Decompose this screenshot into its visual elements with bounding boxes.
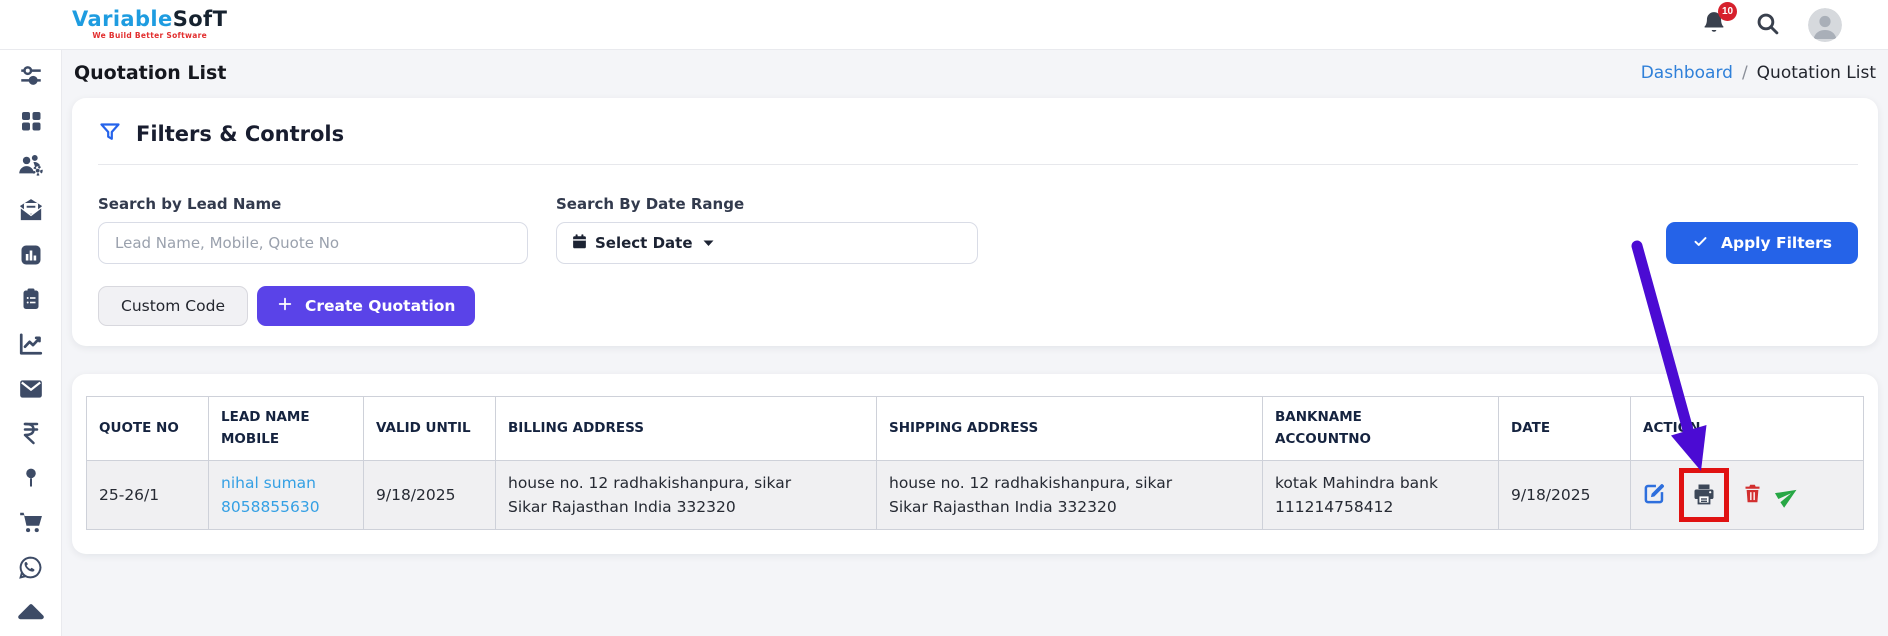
sidebar-item-filter-controls[interactable] xyxy=(0,56,62,101)
lead-search-input[interactable] xyxy=(98,222,528,264)
create-quotation-button[interactable]: Create Quotation xyxy=(257,286,475,326)
sidebar-item-messages[interactable] xyxy=(0,368,62,413)
user-avatar[interactable] xyxy=(1808,8,1842,42)
sidebar xyxy=(0,50,62,636)
col-header-quote-no: QUOTE NO xyxy=(87,397,209,461)
whatsapp-icon xyxy=(18,555,43,584)
line-chart-icon xyxy=(18,331,44,361)
sidebar-item-location[interactable] xyxy=(0,457,62,502)
pin-icon xyxy=(20,466,42,494)
check-icon xyxy=(1692,234,1709,253)
trash-icon xyxy=(1742,482,1763,508)
cell-valid-until: 9/18/2025 xyxy=(364,461,496,530)
breadcrumb: Dashboard / Quotation List xyxy=(1641,63,1876,83)
bar-chart-icon xyxy=(19,243,43,271)
edit-icon xyxy=(1643,482,1666,508)
sidebar-item-team[interactable] xyxy=(0,145,62,190)
quotation-table-panel: QUOTE NO LEAD NAMEMOBILE VALID UNTIL BIL… xyxy=(72,374,1878,554)
page-header: Quotation List Dashboard / Quotation List xyxy=(72,62,1878,84)
search-icon xyxy=(1755,11,1780,39)
caret-up-icon xyxy=(16,597,46,631)
col-header-billing-address: BILLING ADDRESS xyxy=(496,397,877,461)
brand-name: VariableSofT xyxy=(72,9,227,30)
breadcrumb-separator: / xyxy=(1742,63,1748,83)
print-button[interactable] xyxy=(1692,482,1716,509)
quotation-table: QUOTE NO LEAD NAMEMOBILE VALID UNTIL BIL… xyxy=(86,396,1864,530)
breadcrumb-current: Quotation List xyxy=(1757,63,1876,83)
col-header-bankname-accountno: BANKNAMEACCOUNTNO xyxy=(1263,397,1499,461)
plus-icon xyxy=(277,296,293,316)
lead-search-label: Search by Lead Name xyxy=(98,195,528,213)
delete-button[interactable] xyxy=(1742,482,1763,508)
col-header-valid-until: VALID UNTIL xyxy=(364,397,496,461)
sidebar-item-reports[interactable] xyxy=(0,234,62,279)
lead-search-group: Search by Lead Name xyxy=(98,195,528,264)
send-button[interactable] xyxy=(1776,484,1799,507)
page-title: Quotation List xyxy=(74,62,226,84)
custom-code-button[interactable]: Custom Code xyxy=(98,286,248,326)
date-range-group: Search By Date Range Select Date xyxy=(556,195,978,264)
filters-buttons-row: Custom Code Create Quotation xyxy=(98,286,1858,326)
filters-row: Search by Lead Name Search By Date Range… xyxy=(98,195,1858,264)
cell-shipping-address: house no. 12 radhakishanpura, sikarSikar… xyxy=(877,461,1263,530)
lead-mobile-link[interactable]: 8058855630 xyxy=(221,495,351,519)
table-header-row: QUOTE NO LEAD NAMEMOBILE VALID UNTIL BIL… xyxy=(87,397,1864,461)
sidebar-item-tasks[interactable] xyxy=(0,279,62,324)
cell-bankname-accountno: kotak Mahindra bank111214758412 xyxy=(1263,461,1499,530)
filters-title-row: Filters & Controls xyxy=(98,120,1858,165)
edit-button[interactable] xyxy=(1643,482,1666,508)
filters-panel: Filters & Controls Search by Lead Name S… xyxy=(72,98,1878,346)
select-date-label: Select Date xyxy=(595,234,693,252)
mail-icon xyxy=(18,376,44,406)
main-content: Quotation List Dashboard /Quotation List … xyxy=(62,50,1888,636)
brand-tagline: We Build Better Software xyxy=(72,32,227,40)
users-gear-icon xyxy=(17,152,44,183)
apply-filters-button[interactable]: Apply Filters xyxy=(1666,222,1858,264)
col-header-date: DATE xyxy=(1499,397,1631,461)
print-icon xyxy=(1692,482,1716,509)
cell-lead-name-mobile: nihal suman 8058855630 xyxy=(209,461,364,530)
sidebar-item-analytics[interactable] xyxy=(0,324,62,369)
cell-actions xyxy=(1631,461,1864,530)
search-button[interactable] xyxy=(1755,11,1780,39)
topbar-actions: 10 xyxy=(1701,8,1842,42)
topbar: VariableSofT We Build Better Software 10 xyxy=(0,0,1888,50)
sidebar-item-collapse[interactable] xyxy=(0,591,62,636)
chevron-down-icon xyxy=(703,239,714,247)
cell-date: 9/18/2025 xyxy=(1499,461,1631,530)
notification-count-badge: 10 xyxy=(1718,2,1737,21)
sidebar-item-dashboard[interactable] xyxy=(0,101,62,146)
sidebar-item-inbox[interactable] xyxy=(0,190,62,235)
sidebar-item-orders[interactable] xyxy=(0,502,62,547)
funnel-icon xyxy=(98,120,122,148)
sidebar-item-payments[interactable] xyxy=(0,413,62,458)
table-row: 25-26/1 nihal suman 8058855630 9/18/2025… xyxy=(87,461,1864,530)
lead-name-link[interactable]: nihal suman xyxy=(221,471,351,495)
grid-icon xyxy=(19,109,43,137)
calendar-icon xyxy=(571,233,588,254)
sliders-icon xyxy=(18,63,44,93)
date-range-label: Search By Date Range xyxy=(556,195,978,213)
sidebar-item-whatsapp[interactable] xyxy=(0,547,62,592)
cell-billing-address: house no. 12 radhakishanpura, sikarSikar… xyxy=(496,461,877,530)
clipboard-icon xyxy=(19,287,43,315)
notifications-button[interactable]: 10 xyxy=(1701,10,1727,39)
filters-title: Filters & Controls xyxy=(136,122,344,146)
col-header-action: ACTION xyxy=(1631,397,1864,461)
col-header-lead-name-mobile: LEAD NAMEMOBILE xyxy=(209,397,364,461)
select-date-button[interactable]: Select Date xyxy=(556,222,978,264)
cell-quote-no: 25-26/1 xyxy=(87,461,209,530)
brand-logo[interactable]: VariableSofT We Build Better Software xyxy=(72,9,227,40)
cart-icon xyxy=(18,509,44,539)
rupee-icon xyxy=(19,421,43,449)
col-header-shipping-address: SHIPPING ADDRESS xyxy=(877,397,1263,461)
annotation-highlight-box xyxy=(1679,468,1729,522)
open-mail-icon xyxy=(18,197,44,227)
breadcrumb-dashboard-link[interactable]: Dashboard xyxy=(1641,63,1733,83)
paper-plane-icon xyxy=(1772,479,1804,511)
